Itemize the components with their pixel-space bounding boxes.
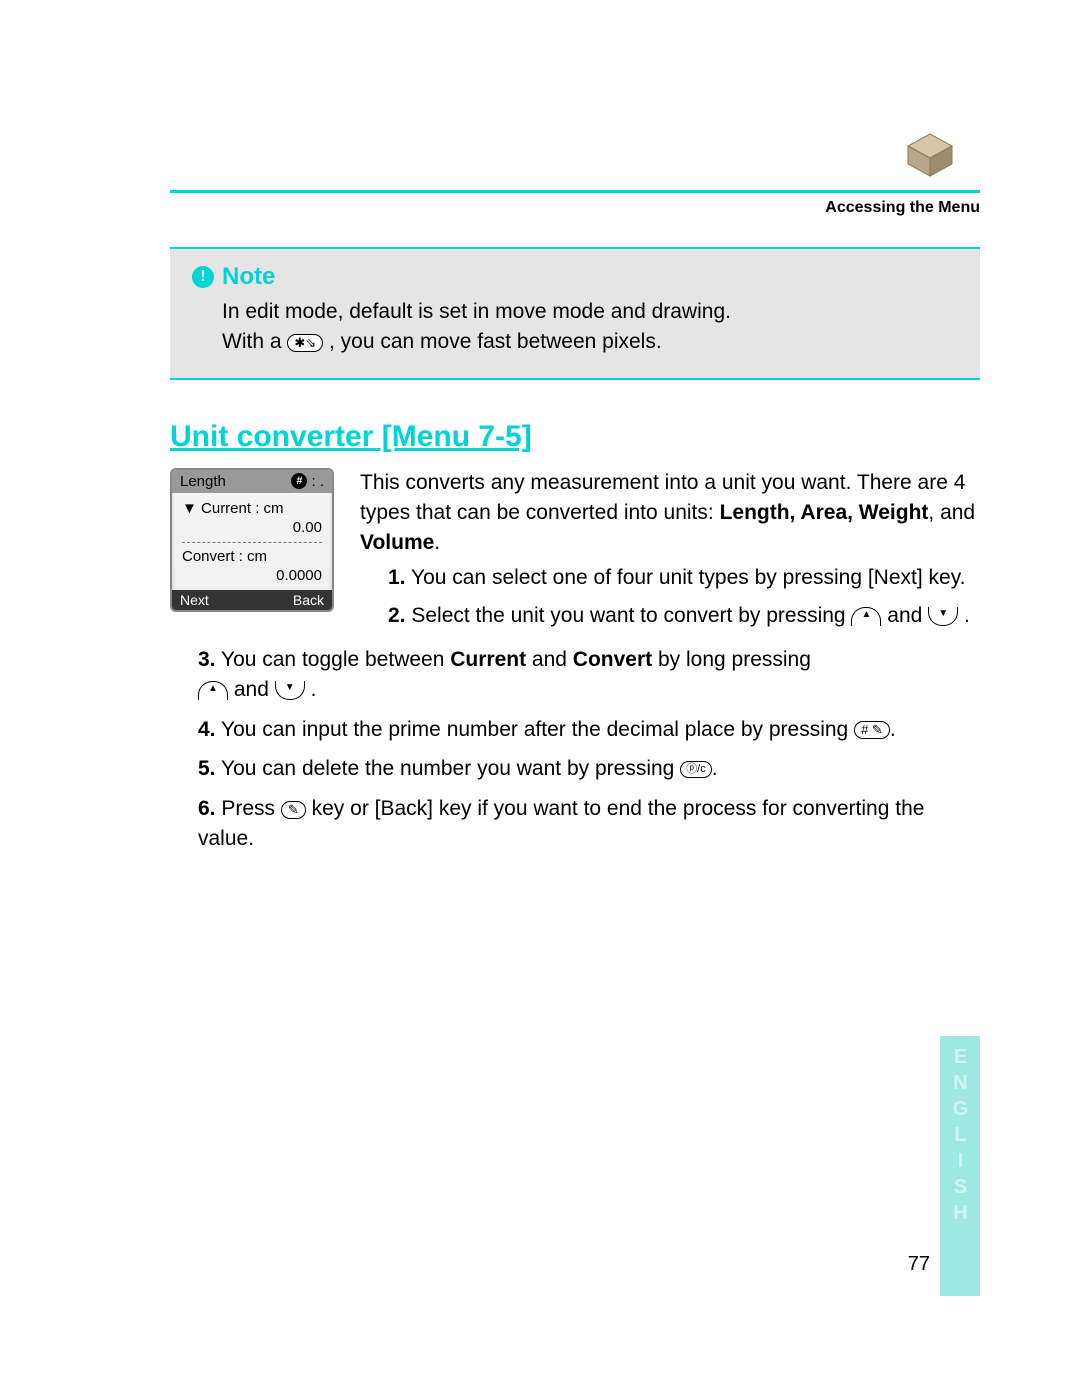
- hash-badge-icon: #: [291, 473, 307, 489]
- header-rule: [170, 190, 980, 193]
- screen-title: Length: [180, 473, 226, 490]
- note-line-1: In edit mode, default is set in move mod…: [222, 297, 958, 327]
- step-4: 4. You can input the prime number after …: [198, 715, 980, 745]
- step-1: 1. You can select one of four unit types…: [388, 563, 980, 593]
- hash-key-icon: # ✎: [854, 721, 890, 739]
- softkey-right: Back: [293, 592, 324, 608]
- page-number: 77: [908, 1253, 930, 1276]
- down-key-icon: ▼: [928, 607, 958, 626]
- note-box: ! Note In edit mode, default is set in m…: [170, 247, 980, 380]
- note-line-2: With a ✱⇘ , you can move fast between pi…: [222, 327, 958, 357]
- softkey-left: Next: [180, 592, 209, 608]
- current-label: ▼ Current : cm: [182, 499, 322, 519]
- info-icon: !: [192, 266, 214, 288]
- cube-logo-icon: [900, 130, 960, 180]
- down-key-icon: ▼: [275, 681, 305, 700]
- current-value: 0.00: [182, 518, 322, 538]
- step-6: 6. Press ✎ key or [Back] key if you want…: [198, 794, 980, 854]
- section-title: Unit converter [Menu 7-5]: [170, 420, 980, 454]
- star-key-icon: ✱⇘: [287, 334, 323, 352]
- note-label: Note: [222, 263, 275, 291]
- up-key-icon: ▲: [851, 607, 881, 626]
- convert-label: Convert : cm: [182, 547, 322, 567]
- end-key-icon: ✎: [281, 801, 306, 819]
- convert-value: 0.0000: [182, 566, 322, 586]
- step-3: 3. You can toggle between Current and Co…: [198, 645, 980, 705]
- step-2: 2. Select the unit you want to convert b…: [388, 601, 980, 631]
- language-tab: ENGLISH: [940, 1036, 980, 1296]
- up-key-icon: ▲: [198, 681, 228, 700]
- phone-screenshot: Length # : . ▼ Current : cm 0.00 Convert…: [170, 468, 340, 639]
- clear-key-icon: ⓟ/c: [680, 761, 712, 778]
- breadcrumb: Accessing the Menu: [170, 199, 980, 217]
- step-5: 5. You can delete the number you want by…: [198, 754, 980, 784]
- section-intro: This converts any measurement into a uni…: [360, 468, 980, 557]
